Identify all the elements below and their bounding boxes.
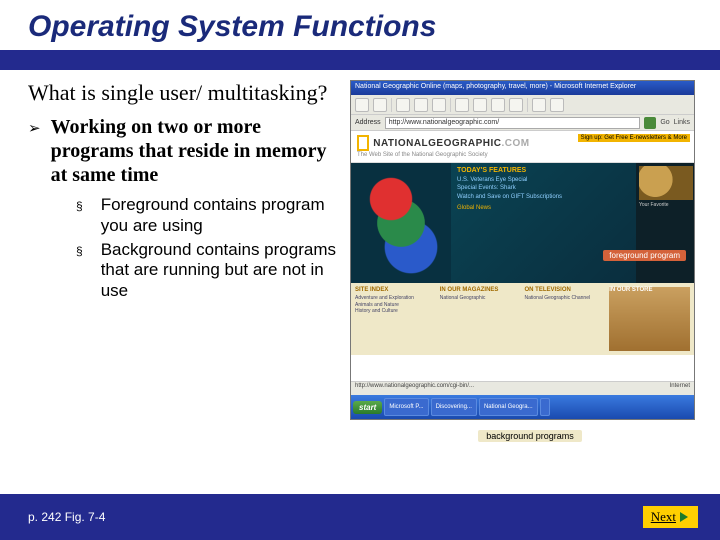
slide-title: Operating System Functions <box>0 0 720 50</box>
refresh-icon[interactable] <box>414 98 428 112</box>
section-title: IN OUR STORE <box>609 287 690 293</box>
content-area: What is single user/ multitasking? ➢ Wor… <box>0 70 720 444</box>
section-title: SITE INDEX <box>355 287 436 293</box>
site-tagline: The Web Site of the National Geographic … <box>357 152 688 158</box>
section-item[interactable]: History and Culture <box>355 308 436 315</box>
background-callout: background programs <box>478 430 582 442</box>
mail-icon[interactable] <box>532 98 546 112</box>
status-bar: http://www.nationalgeographic.com/cgi-bi… <box>351 381 694 395</box>
separator <box>391 98 392 112</box>
stop-icon[interactable] <box>396 98 410 112</box>
leopard-image <box>639 166 693 200</box>
start-button[interactable]: start <box>353 401 382 414</box>
address-input[interactable]: http://www.nationalgeographic.com/ <box>385 117 641 129</box>
foreground-callout: foreground program <box>603 250 686 261</box>
background-callout-wrap: background programs <box>350 426 710 444</box>
hero-right-column: Your Favorite <box>636 163 694 283</box>
footer-bar: p. 242 Fig. 7-4 Next <box>0 494 720 540</box>
brand-main: NATIONALGEOGRAPHIC <box>373 138 501 149</box>
address-bar: Address http://www.nationalgeographic.co… <box>351 115 694 131</box>
section-icon: § <box>76 240 83 301</box>
sub-bullet: § Foreground contains program you are us… <box>76 195 338 236</box>
section-icon: § <box>76 195 83 236</box>
address-label: Address <box>355 119 381 126</box>
browser-window: National Geographic Online (maps, photog… <box>350 80 695 420</box>
browser-titlebar: National Geographic Online (maps, photog… <box>351 81 694 95</box>
question-text: What is single user/ multitasking? <box>28 80 338 105</box>
site-brand: NATIONALGEOGRAPHIC.COM <box>373 138 529 149</box>
sub-bullet-text: Background contains programs that are ru… <box>101 240 338 301</box>
search-icon[interactable] <box>455 98 469 112</box>
history-icon[interactable] <box>509 98 523 112</box>
home-icon[interactable] <box>432 98 446 112</box>
go-label: Go <box>660 119 669 126</box>
hero-area: TODAY'S FEATURES U.S. Veterans Eye Speci… <box>351 163 694 283</box>
section-siteindex: SITE INDEX Adventure and Exploration Ani… <box>355 287 436 351</box>
arrow-right-icon <box>680 512 688 522</box>
favorites-icon[interactable] <box>473 98 487 112</box>
features-column: TODAY'S FEATURES U.S. Veterans Eye Speci… <box>451 163 636 283</box>
status-zone: Internet <box>670 383 690 394</box>
status-url: http://www.nationalgeographic.com/cgi-bi… <box>355 383 670 394</box>
main-bullet: ➢ Working on two or more programs that r… <box>28 115 338 187</box>
separator <box>527 98 528 112</box>
natgeo-logo-icon <box>357 135 369 151</box>
site-header: NATIONALGEOGRAPHIC.COM Sign up: Get Free… <box>351 131 694 163</box>
section-store: IN OUR STORE <box>609 287 690 351</box>
right-column: National Geographic Online (maps, photog… <box>350 80 710 444</box>
feature-link[interactable]: Special Events: Shark <box>457 184 630 192</box>
main-bullet-text: Working on two or more programs that res… <box>51 115 338 187</box>
media-icon[interactable] <box>491 98 505 112</box>
taskbar-item[interactable]: Discovering... <box>431 398 477 416</box>
next-button[interactable]: Next <box>643 506 698 528</box>
page-reference: p. 242 Fig. 7-4 <box>28 510 105 524</box>
feature-link[interactable]: Watch and Save on GIFT Subscriptions <box>457 193 630 201</box>
forward-icon[interactable] <box>373 98 387 112</box>
section-magazines: IN OUR MAGAZINES National Geographic <box>440 287 521 351</box>
signup-banner[interactable]: Sign up: Get Free E-newsletters & More <box>578 134 690 142</box>
left-column: What is single user/ multitasking? ➢ Wor… <box>28 80 338 444</box>
section-title: IN OUR MAGAZINES <box>440 287 521 293</box>
site-sections: SITE INDEX Adventure and Exploration Ani… <box>351 283 694 355</box>
links-label[interactable]: Links <box>674 119 690 126</box>
taskbar: start Microsoft P... Discovering... Nati… <box>351 395 694 419</box>
section-item[interactable]: National Geographic Channel <box>525 295 606 302</box>
print-icon[interactable] <box>550 98 564 112</box>
sub-bullet-text: Foreground contains program you are usin… <box>101 195 338 236</box>
section-tv: ON TELEVISION National Geographic Channe… <box>525 287 606 351</box>
feature-link[interactable]: U.S. Veterans Eye Special <box>457 176 630 184</box>
separator <box>450 98 451 112</box>
right-title: Your Favorite <box>639 202 691 208</box>
back-icon[interactable] <box>355 98 369 112</box>
browser-toolbar <box>351 95 694 115</box>
global-news-label: Global News <box>457 205 630 211</box>
browser-viewport: NATIONALGEOGRAPHIC.COM Sign up: Get Free… <box>351 131 694 381</box>
taskbar-item[interactable]: National Geogra... <box>479 398 538 416</box>
chevron-right-icon: ➢ <box>28 115 41 187</box>
title-bar <box>0 50 720 70</box>
sub-bullet: § Background contains programs that are … <box>76 240 338 301</box>
section-title: ON TELEVISION <box>525 287 606 293</box>
section-item[interactable]: National Geographic <box>440 295 521 302</box>
go-button[interactable] <box>644 117 656 129</box>
next-label: Next <box>651 509 676 525</box>
brand-suffix: .COM <box>502 138 530 149</box>
taskbar-item[interactable]: Microsoft P... <box>384 398 428 416</box>
taskbar-item[interactable] <box>540 398 550 416</box>
parrot-image <box>351 163 451 283</box>
features-title: TODAY'S FEATURES <box>457 167 630 174</box>
